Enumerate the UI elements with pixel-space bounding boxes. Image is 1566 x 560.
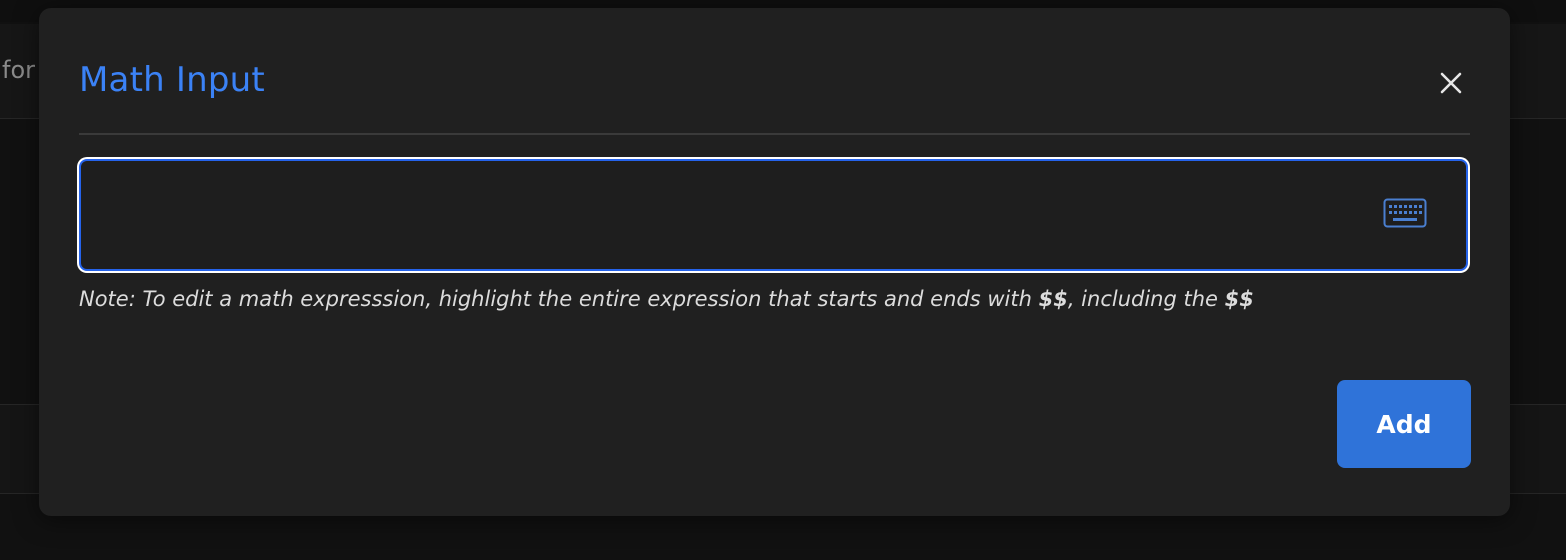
background-text-fragment: for	[2, 56, 35, 84]
math-input-dialog: Math Input Note: To edit a math expresss…	[39, 8, 1510, 516]
dialog-divider	[79, 133, 1470, 135]
note-delimiter: $$	[1224, 287, 1254, 311]
note-text: , including the	[1067, 287, 1225, 311]
note-text: Note: To edit a math expresssion, highli…	[79, 287, 1039, 311]
close-button[interactable]	[1434, 66, 1468, 100]
math-edit-note: Note: To edit a math expresssion, highli…	[79, 287, 1254, 311]
math-input-field[interactable]	[79, 159, 1468, 271]
add-button[interactable]: Add	[1337, 380, 1471, 468]
dialog-title: Math Input	[79, 60, 265, 100]
virtual-keyboard-button[interactable]	[1382, 194, 1428, 232]
keyboard-icon	[1383, 198, 1427, 228]
close-icon	[1440, 72, 1462, 94]
note-delimiter: $$	[1038, 287, 1068, 311]
